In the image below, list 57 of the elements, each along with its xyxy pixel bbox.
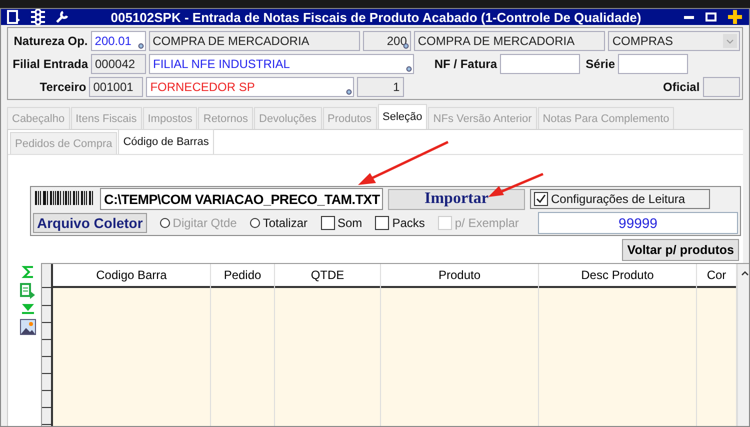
- field-label: Série: [584, 56, 615, 70]
- checkbox-label: Configurações de Leitura: [551, 192, 686, 206]
- option-label: Totalizar: [262, 216, 308, 230]
- invoice-field[interactable]: [500, 54, 580, 74]
- field-label: Filial Entrada: [12, 56, 88, 70]
- import-button[interactable]: Importar: [388, 188, 525, 210]
- maximize-icon[interactable]: [705, 11, 717, 23]
- number-field: 1: [356, 76, 404, 96]
- description-field[interactable]: FORNECEDOR SP: [146, 76, 354, 96]
- field-label: NF / Fatura: [433, 56, 497, 70]
- column-header[interactable]: Cor: [697, 264, 736, 288]
- window-title: 005102SPK - Entrada de Notas Fiscais de Produto Acabado (1-Controle De Qualidade): [110, 10, 642, 24]
- field-label: Natureza Op.: [12, 34, 88, 48]
- menu-icon[interactable]: [7, 10, 21, 24]
- column-header[interactable]: Codigo Barra: [53, 264, 210, 288]
- code-field[interactable]: 200.01: [90, 30, 146, 50]
- download-icon[interactable]: [21, 303, 35, 315]
- number-field: 200: [363, 30, 411, 50]
- checkbox[interactable]: [375, 216, 390, 230]
- lookup-icon[interactable]: [138, 42, 145, 50]
- option-label: Digitar Qtde: [172, 216, 237, 230]
- field-label: Terceiro: [38, 80, 86, 94]
- document-play-icon[interactable]: [20, 283, 36, 299]
- official-field: [702, 76, 740, 96]
- lookup-icon[interactable]: [346, 88, 353, 96]
- checkbox[interactable]: [320, 216, 334, 230]
- code-field: 001001: [89, 76, 144, 96]
- tab[interactable]: Código de Barras: [118, 129, 214, 154]
- traffic-light-icon[interactable]: [31, 9, 45, 25]
- value-field[interactable]: 99999: [538, 212, 738, 234]
- image-icon[interactable]: [20, 319, 36, 335]
- annotation-arrow: [488, 172, 544, 197]
- file-path-field[interactable]: C:\TEMP\COM VARIACAO_PRECO_TAM.TXT: [100, 188, 383, 210]
- option-label: Packs: [392, 216, 425, 230]
- sigma-icon[interactable]: [21, 265, 35, 279]
- option-label: p/ Exemplar: [454, 216, 519, 230]
- series-field[interactable]: [618, 54, 688, 74]
- option-label: Som: [338, 216, 362, 230]
- scroll-up-icon[interactable]: [740, 270, 748, 276]
- column-header[interactable]: Desc Produto: [539, 264, 696, 288]
- code-field: 000042: [91, 54, 146, 74]
- field-label: Oficial: [662, 80, 700, 94]
- checkbox[interactable]: [534, 192, 548, 206]
- column-header[interactable]: Pedido: [211, 264, 274, 288]
- select-field[interactable]: COMPRAS: [608, 30, 740, 50]
- column-header[interactable]: Produto: [381, 264, 538, 288]
- radio-button[interactable]: [250, 218, 260, 228]
- collector-file-button[interactable]: Arquivo Coletor: [33, 213, 147, 233]
- back-to-products-button[interactable]: Voltar p/ produtos: [622, 239, 739, 261]
- tab[interactable]: Seleção: [378, 104, 428, 129]
- column-header[interactable]: QTDE: [275, 264, 380, 288]
- plus-icon[interactable]: [727, 9, 743, 25]
- description-field[interactable]: FILIAL NFE INDUSTRIAL: [149, 54, 414, 74]
- wrench-icon[interactable]: [55, 10, 69, 24]
- description-field: COMPRA DE MERCADORIA: [414, 30, 606, 50]
- description-field: COMPRA DE MERCADORIA: [148, 30, 360, 50]
- lookup-icon[interactable]: [406, 66, 413, 72]
